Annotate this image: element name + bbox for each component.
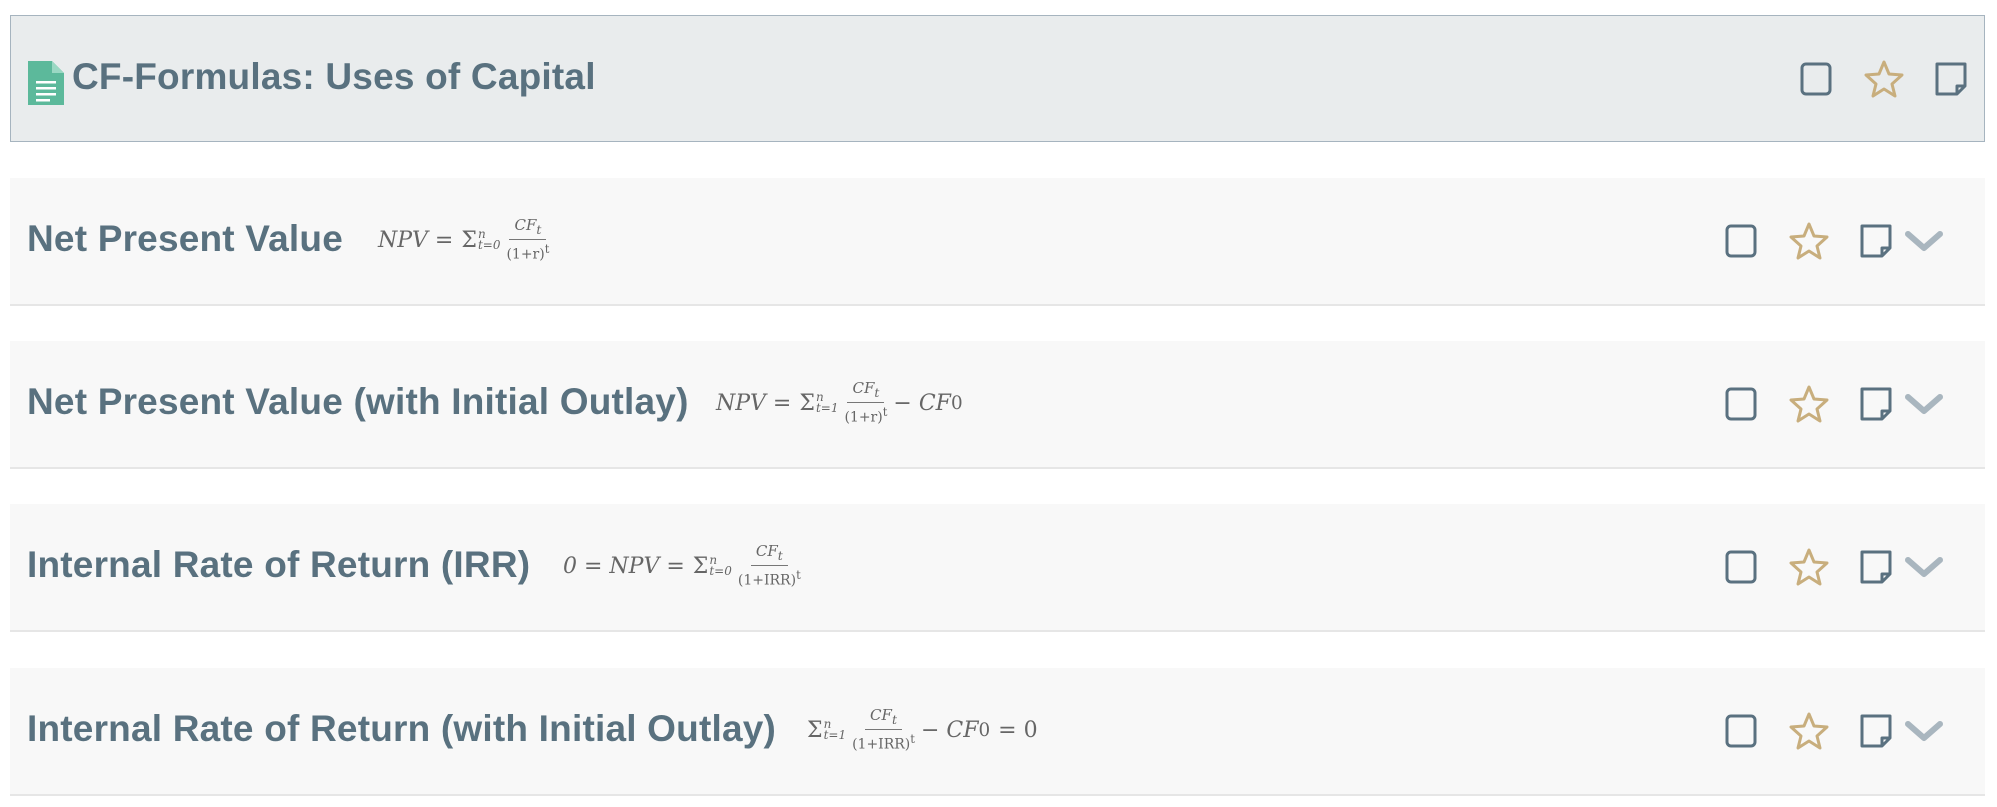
note-icon[interactable] <box>1858 550 1894 586</box>
chevron-down-icon[interactable] <box>1904 391 1944 417</box>
card-net-present-value[interactable]: Net Present Value NPV = Σ n t=0 CFt (1+r)… <box>10 178 1985 306</box>
star-icon[interactable] <box>1789 222 1829 260</box>
note-icon[interactable] <box>1858 714 1894 750</box>
star-icon[interactable] <box>1789 712 1829 750</box>
card-internal-rate-of-return[interactable]: Internal Rate of Return (IRR) 0 = NPV = … <box>10 504 1985 632</box>
card-title: Net Present Value (with Initial Outlay) <box>27 381 689 422</box>
chevron-down-icon[interactable] <box>1904 718 1944 744</box>
formula: NPV = Σ n t=0 CFt (1+r)t <box>378 216 550 263</box>
star-icon[interactable] <box>1789 548 1829 586</box>
chevron-down-icon[interactable] <box>1904 554 1944 580</box>
checkbox-icon[interactable] <box>1800 62 1832 96</box>
star-icon[interactable] <box>1789 385 1829 423</box>
checkbox-icon[interactable] <box>1725 387 1757 421</box>
note-icon[interactable] <box>1858 224 1894 260</box>
formula: 0 = NPV = Σ n t=0 CFt (1+IRR)t <box>563 542 801 589</box>
note-icon[interactable] <box>1858 387 1894 423</box>
note-icon[interactable] <box>1933 62 1969 98</box>
formula: NPV = Σ n t=1 CFt (1+r)t − CF 0 <box>716 379 963 426</box>
card-title: Internal Rate of Return (with Initial Ou… <box>27 708 777 749</box>
card-internal-rate-of-return-initial-outlay[interactable]: Internal Rate of Return (with Initial Ou… <box>10 668 1985 796</box>
star-icon[interactable] <box>1864 60 1904 98</box>
card-title: Internal Rate of Return (IRR) <box>27 544 531 585</box>
formula: Σ n t=1 CFt (1+IRR)t − CF 0 = 0 <box>807 706 1038 753</box>
chevron-down-icon[interactable] <box>1904 228 1944 254</box>
checkbox-icon[interactable] <box>1725 224 1757 258</box>
deck-header: CF-Formulas: Uses of Capital <box>10 15 1985 142</box>
deck-title: CF-Formulas: Uses of Capital <box>72 56 596 97</box>
checkbox-icon[interactable] <box>1725 714 1757 748</box>
checkbox-icon[interactable] <box>1725 550 1757 584</box>
card-net-present-value-initial-outlay[interactable]: Net Present Value (with Initial Outlay) … <box>10 341 1985 469</box>
card-title: Net Present Value <box>27 218 343 259</box>
document-icon <box>28 61 64 105</box>
